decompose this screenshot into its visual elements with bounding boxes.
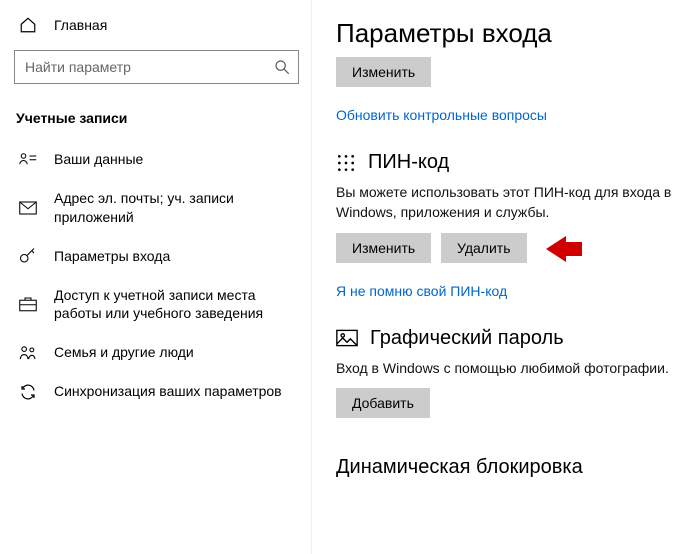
pin-section: ПИН-код Вы можете использовать этот ПИН-…: [336, 133, 684, 309]
sync-icon: [18, 383, 38, 401]
search-icon: [274, 59, 290, 75]
change-button-top[interactable]: Изменить: [336, 57, 431, 87]
home-icon: [18, 16, 38, 34]
sidebar-item-sign-in-options[interactable]: Параметры входа: [8, 237, 311, 276]
sidebar-item-label: Параметры входа: [54, 247, 301, 266]
picture-add-button[interactable]: Добавить: [336, 388, 430, 418]
picture-icon: [336, 329, 358, 347]
content-pane: Параметры входа Изменить Обновить контро…: [312, 0, 700, 554]
sidebar-item-email[interactable]: Адрес эл. почты; уч. записи приложений: [8, 179, 311, 237]
sidebar-item-family[interactable]: Семья и другие люди: [8, 333, 311, 372]
people-icon: [18, 345, 38, 361]
sidebar-item-your-info[interactable]: Ваши данные: [8, 140, 311, 179]
sidebar-item-label: Синхронизация ваших параметров: [54, 382, 301, 401]
pin-title: ПИН-код: [368, 151, 449, 174]
picture-title: Графический пароль: [370, 327, 564, 350]
page-title: Параметры входа: [336, 0, 684, 57]
pin-remove-button[interactable]: Удалить: [441, 233, 526, 263]
home-label: Главная: [54, 17, 107, 33]
sidebar-item-label: Семья и другие люди: [54, 343, 301, 362]
pin-change-button[interactable]: Изменить: [336, 233, 431, 263]
sidebar-category: Учетные записи: [8, 100, 311, 140]
arrow-annotation-icon: [546, 238, 582, 260]
search-box[interactable]: [14, 50, 299, 84]
update-questions-link[interactable]: Обновить контрольные вопросы: [336, 93, 547, 133]
keypad-icon: [336, 153, 356, 173]
mail-icon: [18, 201, 38, 215]
sidebar-item-label: Доступ к учетной записи места работы или…: [54, 286, 301, 324]
settings-sidebar: Главная Учетные записи Ваши данные Адрес…: [0, 0, 312, 554]
forgot-pin-link[interactable]: Я не помню свой ПИН-код: [336, 269, 507, 309]
briefcase-icon: [18, 296, 38, 312]
sidebar-item-label: Ваши данные: [54, 150, 301, 169]
pin-desc: Вы можете использовать этот ПИН-код для …: [336, 182, 684, 233]
key-icon: [18, 247, 38, 265]
sidebar-item-work-access[interactable]: Доступ к учетной записи места работы или…: [8, 276, 311, 334]
sidebar-item-sync[interactable]: Синхронизация ваших параметров: [8, 372, 311, 411]
picture-desc: Вход в Windows с помощью любимой фотогра…: [336, 358, 684, 388]
person-badge-icon: [18, 152, 38, 166]
picture-password-section: Графический пароль Вход в Windows с помо…: [336, 309, 684, 424]
home-link[interactable]: Главная: [8, 8, 311, 42]
sidebar-item-label: Адрес эл. почты; уч. записи приложений: [54, 189, 301, 227]
dynamic-lock-title: Динамическая блокировка: [336, 424, 684, 479]
search-input[interactable]: [25, 59, 274, 75]
